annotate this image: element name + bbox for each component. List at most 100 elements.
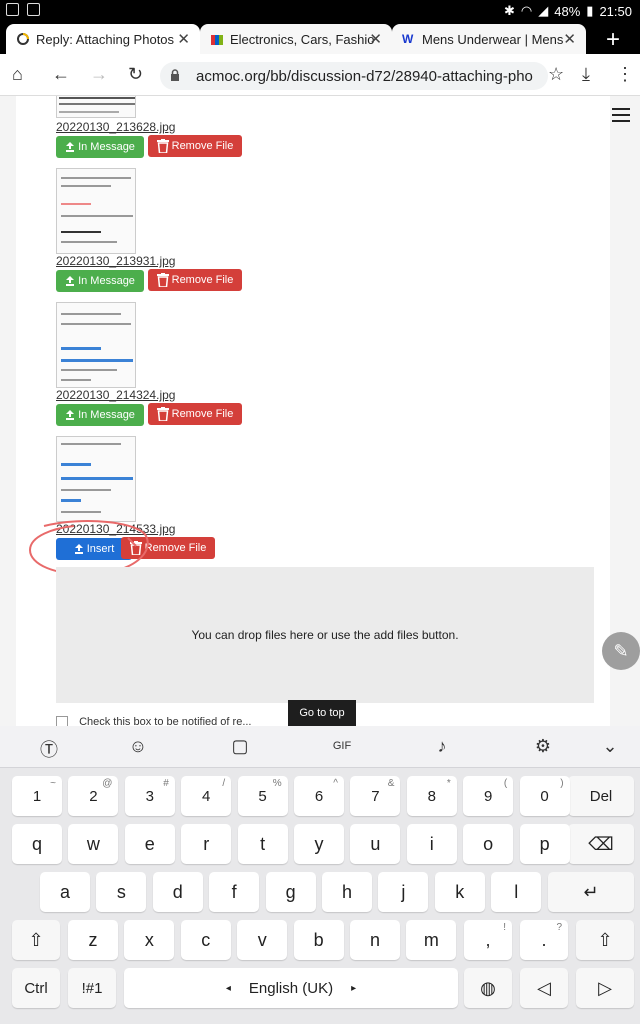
key-9[interactable]: 9( <box>463 776 514 816</box>
settings-gear-icon[interactable]: ⚙ <box>531 736 555 758</box>
key-y[interactable]: y <box>294 824 344 864</box>
enter-icon[interactable]: ↵ <box>548 872 634 912</box>
ctrl-key[interactable]: Ctrl <box>12 968 60 1008</box>
key-q[interactable]: q <box>12 824 62 864</box>
tab-reply-attaching-photos[interactable]: Reply: Attaching Photos ✕ <box>6 24 200 54</box>
in-message-button[interactable]: In Message <box>56 136 144 158</box>
period-key[interactable]: . ? <box>520 920 568 960</box>
key-m[interactable]: m <box>406 920 457 960</box>
key-label: u <box>370 833 381 854</box>
text-prediction-icon[interactable]: Ⓣ <box>37 736 61 760</box>
go-to-top-button[interactable]: Go to top <box>288 700 356 726</box>
address-bar[interactable]: acmoc.org/bb/discussion-d72/28940-attach… <box>160 62 548 90</box>
in-message-button[interactable]: In Message <box>56 270 144 292</box>
back-icon[interactable]: ← <box>52 64 70 85</box>
home-icon[interactable]: ⌂ <box>12 64 23 85</box>
reload-icon[interactable]: ↻ <box>128 64 143 85</box>
close-tab-icon[interactable]: ✕ <box>177 30 190 48</box>
close-tab-icon[interactable]: ✕ <box>563 30 576 48</box>
key-label: 0 <box>540 787 549 805</box>
key-n[interactable]: n <box>350 920 400 960</box>
button-label: Remove File <box>171 408 234 420</box>
key-0[interactable]: 0) <box>519 776 570 816</box>
menu-dots-icon[interactable]: ⋮ <box>616 64 634 85</box>
key-r[interactable]: r <box>181 824 232 864</box>
key-sub-label: @ <box>102 778 113 789</box>
key-t[interactable]: t <box>237 824 288 864</box>
key-f[interactable]: f <box>209 872 260 912</box>
key-2[interactable]: 2 @ <box>68 776 119 816</box>
globe-icon[interactable]: ◍ <box>464 968 512 1008</box>
attachment-filename[interactable]: 20220130_214324.jpg <box>56 388 175 402</box>
key-e[interactable]: e <box>124 824 175 864</box>
signal-icon: ◢ <box>538 3 549 18</box>
key-w[interactable]: w <box>68 824 119 864</box>
attachment-thumbnail[interactable] <box>56 96 136 118</box>
shift-left-icon[interactable]: ⇧ <box>12 920 60 960</box>
key-d[interactable]: d <box>152 872 203 912</box>
battery-icon: ▮ <box>586 3 594 18</box>
shift-right-icon[interactable]: ⇧ <box>576 920 634 960</box>
language-prev-icon: ◂ <box>225 982 231 994</box>
key-4[interactable]: 4/ <box>181 776 232 816</box>
key-u[interactable]: u <box>350 824 401 864</box>
key-8[interactable]: 8 * <box>406 776 457 816</box>
cursor-right-icon[interactable]: ▷ <box>576 968 634 1008</box>
remove-file-button[interactable]: Remove File <box>148 269 242 291</box>
backspace-icon[interactable]: ⌫ <box>568 824 634 864</box>
attachment-thumbnail[interactable] <box>56 436 136 522</box>
cursor-left-icon[interactable]: ◁ <box>520 968 568 1008</box>
key-3[interactable]: 3 # <box>124 776 175 816</box>
hamburger-menu-icon[interactable] <box>612 108 630 122</box>
key-x[interactable]: x <box>124 920 175 960</box>
key-z[interactable]: z <box>68 920 118 960</box>
key-b[interactable]: b <box>293 920 344 960</box>
key-j[interactable]: j <box>378 872 429 912</box>
close-tab-icon[interactable]: ✕ <box>369 30 382 48</box>
symbols-key[interactable]: !#1 <box>68 968 116 1008</box>
forward-icon[interactable]: → <box>90 64 108 85</box>
attachment-filename[interactable]: 20220130_213628.jpg <box>56 120 175 134</box>
new-tab-button[interactable]: + <box>606 26 620 54</box>
key-l[interactable]: l <box>491 872 542 912</box>
key-v[interactable]: v <box>237 920 288 960</box>
key-sub-label: * <box>446 778 451 789</box>
key-h[interactable]: h <box>322 872 372 912</box>
gif-icon[interactable]: GIF <box>330 740 354 762</box>
microphone-icon[interactable]: ♪ <box>430 736 454 758</box>
attachment-thumbnail[interactable] <box>56 302 136 388</box>
key-g[interactable]: g <box>265 872 316 912</box>
space-bar[interactable]: ◂ English (UK) ▸ <box>124 968 458 1008</box>
tab-electronics[interactable]: Electronics, Cars, Fashio ✕ <box>200 24 392 54</box>
key-sub-label: ! <box>503 922 506 933</box>
remove-file-button[interactable]: Remove File <box>148 403 242 425</box>
key-7[interactable]: 7 & <box>350 776 401 816</box>
key-a[interactable]: a <box>40 872 90 912</box>
file-dropzone[interactable]: You can drop files here or use the add f… <box>56 567 594 703</box>
key-1[interactable]: 1 ~ <box>12 776 62 816</box>
edit-pencil-icon[interactable]: ✎ <box>602 632 640 670</box>
tab-mens-underwear[interactable]: W Mens Underwear | Mens ✕ <box>392 24 586 54</box>
comma-key[interactable]: , ! <box>464 920 512 960</box>
url-text: acmoc.org/bb/discussion-d72/28940-attach… <box>196 68 533 85</box>
download-icon[interactable]: ⤓ <box>582 64 590 85</box>
key-5[interactable]: 5% <box>237 776 288 816</box>
key-label: Ctrl <box>24 979 48 997</box>
key-c[interactable]: c <box>180 920 231 960</box>
sticker-icon[interactable]: ▢ <box>228 736 252 758</box>
delete-key[interactable]: Del <box>568 776 634 816</box>
attachment-thumbnail[interactable] <box>56 168 136 254</box>
key-p[interactable]: p <box>519 824 570 864</box>
attachment-filename[interactable]: 20220130_213931.jpg <box>56 254 175 268</box>
emoji-icon[interactable]: ☺ <box>126 736 150 758</box>
key-sub-label: # <box>163 778 169 789</box>
key-o[interactable]: o <box>463 824 514 864</box>
bookmark-star-icon[interactable]: ☆ <box>548 64 564 85</box>
key-s[interactable]: s <box>96 872 147 912</box>
key-i[interactable]: i <box>406 824 457 864</box>
key-k[interactable]: k <box>434 872 485 912</box>
in-message-button[interactable]: In Message <box>56 404 144 426</box>
remove-file-button[interactable]: Remove File <box>148 135 242 157</box>
key-6[interactable]: 6 ^ <box>294 776 344 816</box>
collapse-keyboard-icon[interactable]: ⌄ <box>598 736 622 758</box>
